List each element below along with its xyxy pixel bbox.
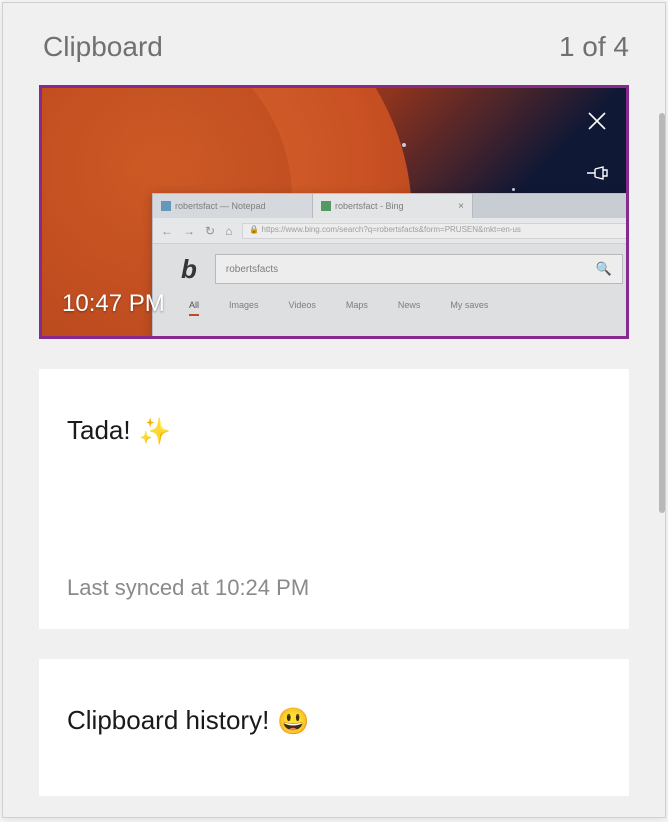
item-counter: 1 of 4	[559, 31, 629, 63]
clip-list[interactable]: robertsfact — Notepad robertsfact - Bing…	[3, 85, 665, 817]
panel-header: Clipboard 1 of 4	[3, 3, 665, 85]
clip-timestamp: 10:47 PM	[62, 290, 165, 318]
sync-status: Last synced at 10:24 PM	[67, 575, 601, 601]
clip-item-text[interactable]: Clipboard history! 😃	[39, 659, 629, 796]
scrollbar-thumb[interactable]	[659, 113, 665, 513]
close-icon	[587, 111, 607, 131]
clip-text-content: Clipboard history! 😃	[67, 705, 601, 736]
pin-icon	[585, 165, 609, 181]
clip-actions	[582, 106, 612, 188]
grinning-face-icon: 😃	[277, 708, 309, 734]
clip-item-text[interactable]: Tada! ✨ Last synced at 10:24 PM	[39, 369, 629, 629]
panel-title: Clipboard	[43, 31, 163, 63]
browser-window-preview: robertsfact — Notepad robertsfact - Bing…	[152, 193, 629, 339]
clip-item-image[interactable]: robertsfact — Notepad robertsfact - Bing…	[39, 85, 629, 339]
pin-button[interactable]	[582, 158, 612, 188]
clipboard-panel: Clipboard 1 of 4 robertsfact — Notepad r…	[2, 2, 666, 818]
sparkles-icon: ✨	[139, 418, 171, 444]
clip-text-content: Tada! ✨	[67, 415, 601, 446]
delete-button[interactable]	[582, 106, 612, 136]
